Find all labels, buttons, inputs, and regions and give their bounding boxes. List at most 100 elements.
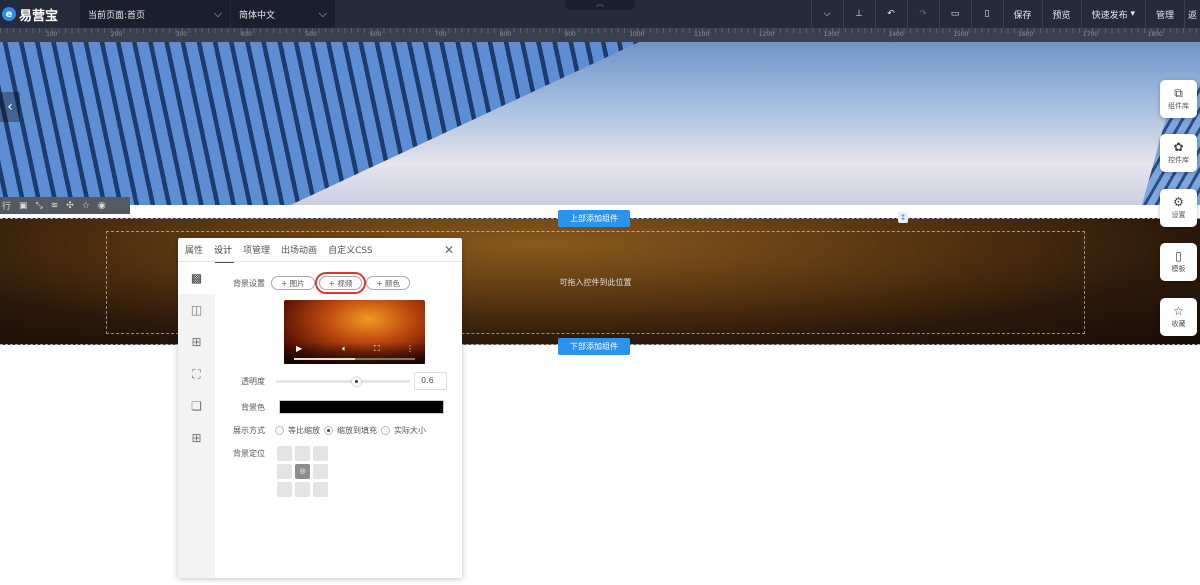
option-label: 缩放到填充: [337, 426, 377, 435]
fullscreen-icon[interactable]: ⛶: [374, 344, 380, 354]
position-cell[interactable]: [313, 464, 328, 479]
opacity-label: 透明度: [241, 377, 265, 386]
undo-icon[interactable]: ↶: [874, 0, 907, 28]
favorite-icon[interactable]: ☆: [82, 201, 90, 211]
add-top-component-button[interactable]: 上部添加组件: [558, 210, 630, 227]
position-cell[interactable]: [313, 482, 328, 497]
design-panel: 属性 设计 项管理 出场动画 自定义CSS ✕ ▩ ◫ ⊞ ⛶ ❏ ⊞ 背景设置…: [178, 238, 462, 578]
position-cell[interactable]: [295, 482, 310, 497]
resize-handle-icon[interactable]: ↕: [898, 212, 908, 223]
collapse-toolbar-button[interactable]: ︿: [565, 0, 635, 10]
ruler-label: 1200: [758, 31, 775, 38]
mobile-view-icon[interactable]: ▯: [970, 0, 1003, 28]
add-image-button[interactable]: + 图片: [271, 276, 315, 290]
chevron-down-icon: ⌵: [318, 7, 327, 20]
label: 设置: [1171, 211, 1186, 219]
settings-icon[interactable]: ▣: [19, 201, 28, 211]
page-selector-label: 当前页面:首页: [88, 10, 146, 21]
ruler-label: 800: [499, 31, 512, 38]
logo: e 易营宝: [0, 0, 80, 28]
tab-properties[interactable]: 属性: [185, 243, 203, 256]
ruler-label: 1100: [694, 31, 710, 38]
back-button[interactable]: 返: [1183, 0, 1200, 28]
label: 控件库: [1168, 156, 1189, 164]
chevron-down-icon: ⌵: [213, 7, 222, 20]
background-icon[interactable]: ▩: [178, 262, 215, 294]
gear-icon: ⚙: [1173, 195, 1184, 209]
page-selector[interactable]: 当前页面:首页 ⌵: [80, 0, 230, 28]
logo-icon: e: [2, 7, 16, 21]
play-icon[interactable]: ▶: [296, 344, 302, 353]
quick-publish-label: 快速发布: [1091, 10, 1128, 21]
bgcolor-label: 背景色: [241, 403, 265, 412]
tab-animation[interactable]: 出场动画: [281, 243, 317, 256]
position-cell[interactable]: [295, 446, 310, 461]
collapse-icon[interactable]: ⌵: [810, 0, 843, 28]
margin-icon[interactable]: ⊞: [178, 422, 215, 454]
preview-button[interactable]: 预览: [1041, 0, 1081, 28]
position-cell-center[interactable]: ◎: [295, 464, 310, 479]
close-icon[interactable]: ✕: [444, 243, 454, 257]
toolbar-label: 行: [2, 202, 12, 212]
ruler-label: 1700: [1082, 31, 1099, 38]
more-icon[interactable]: ⋮: [406, 344, 414, 353]
add-bottom-component-button[interactable]: 下部添加组件: [558, 338, 630, 355]
opacity-input[interactable]: 0.6: [414, 372, 447, 390]
display-mode-label: 展示方式: [233, 426, 265, 435]
add-color-button[interactable]: + 颜色: [366, 276, 411, 290]
language-selector[interactable]: 简体中文 ⌵: [231, 0, 335, 28]
desktop-view-icon[interactable]: ▭: [938, 0, 971, 28]
video-progress-bar[interactable]: [294, 358, 415, 360]
ruler-label: 1000: [629, 31, 645, 38]
chevron-left-icon[interactable]: ‹: [0, 92, 20, 122]
save-button[interactable]: 保存: [1002, 0, 1042, 28]
shadow-icon[interactable]: ❏: [178, 390, 215, 422]
drop-hint: 可拖入控件到此位置: [559, 278, 632, 287]
quick-publish-button[interactable]: 快速发布 ▾: [1080, 0, 1145, 28]
ruler-label: 1400: [888, 31, 904, 38]
visibility-icon[interactable]: ◉: [98, 201, 106, 211]
video-preview[interactable]: ▶ 🔈︎ ⛶ ⋮: [284, 300, 425, 364]
position-cell[interactable]: [313, 446, 328, 461]
label: 组件库: [1168, 102, 1189, 110]
border-icon[interactable]: ⊞: [178, 326, 215, 358]
bgcolor-picker[interactable]: [279, 400, 444, 414]
bg-position-label: 背景定位: [233, 449, 265, 458]
radio-proportional[interactable]: [275, 426, 284, 435]
opacity-slider[interactable]: [276, 377, 410, 386]
ruler-label: 1300: [823, 31, 839, 38]
ruler-label: 600: [370, 31, 382, 38]
top-bar: e 易营宝 当前页面:首页 ⌵ 简体中文 ⌵ ︿ ⌵ ⊥ ↶ ↷ ▭ ▯ 保存 预览 …: [0, 0, 1200, 28]
add-video-button[interactable]: + 视频: [314, 272, 367, 294]
redo-icon[interactable]: ↷: [906, 0, 939, 28]
ruler-label: 1600: [1018, 31, 1034, 38]
animation-icon[interactable]: ✣: [66, 201, 74, 211]
component-library-icon: ⧉: [1174, 86, 1183, 100]
component-library-button[interactable]: ⧉ 组件库: [1160, 80, 1197, 118]
widget-library-button[interactable]: ✿ 控件库: [1160, 134, 1197, 172]
tab-item-management[interactable]: 项管理: [243, 243, 270, 256]
settings-button[interactable]: ⚙ 设置: [1160, 189, 1197, 227]
position-cell[interactable]: [277, 464, 292, 479]
manage-button[interactable]: 管理: [1144, 0, 1184, 28]
logo-text: 易营宝: [19, 8, 59, 24]
link-icon[interactable]: ⤡: [36, 201, 43, 211]
favorites-button[interactable]: ☆ 收藏: [1160, 298, 1197, 336]
layout-icon[interactable]: ◫: [178, 294, 215, 326]
layers-icon[interactable]: ≋: [51, 201, 59, 211]
radio-actual-size[interactable]: [381, 426, 390, 435]
volume-icon[interactable]: 🔈︎: [342, 344, 347, 354]
label: 收藏: [1171, 320, 1186, 328]
position-cell[interactable]: [277, 446, 292, 461]
template-icon: ▯: [1175, 249, 1182, 263]
tab-custom-css[interactable]: 自定义CSS: [328, 243, 373, 256]
position-cell[interactable]: [277, 482, 292, 497]
radio-fill[interactable]: [324, 426, 333, 435]
option-label: 实际大小: [394, 426, 426, 435]
puzzle-icon: ✿: [1173, 140, 1184, 154]
padding-icon[interactable]: ⛶: [178, 358, 215, 390]
ruler-label: 200: [110, 31, 123, 38]
align-icon[interactable]: ⊥: [842, 0, 875, 28]
template-button[interactable]: ▯ 模板: [1160, 243, 1197, 281]
tab-design[interactable]: 设计: [212, 243, 235, 263]
